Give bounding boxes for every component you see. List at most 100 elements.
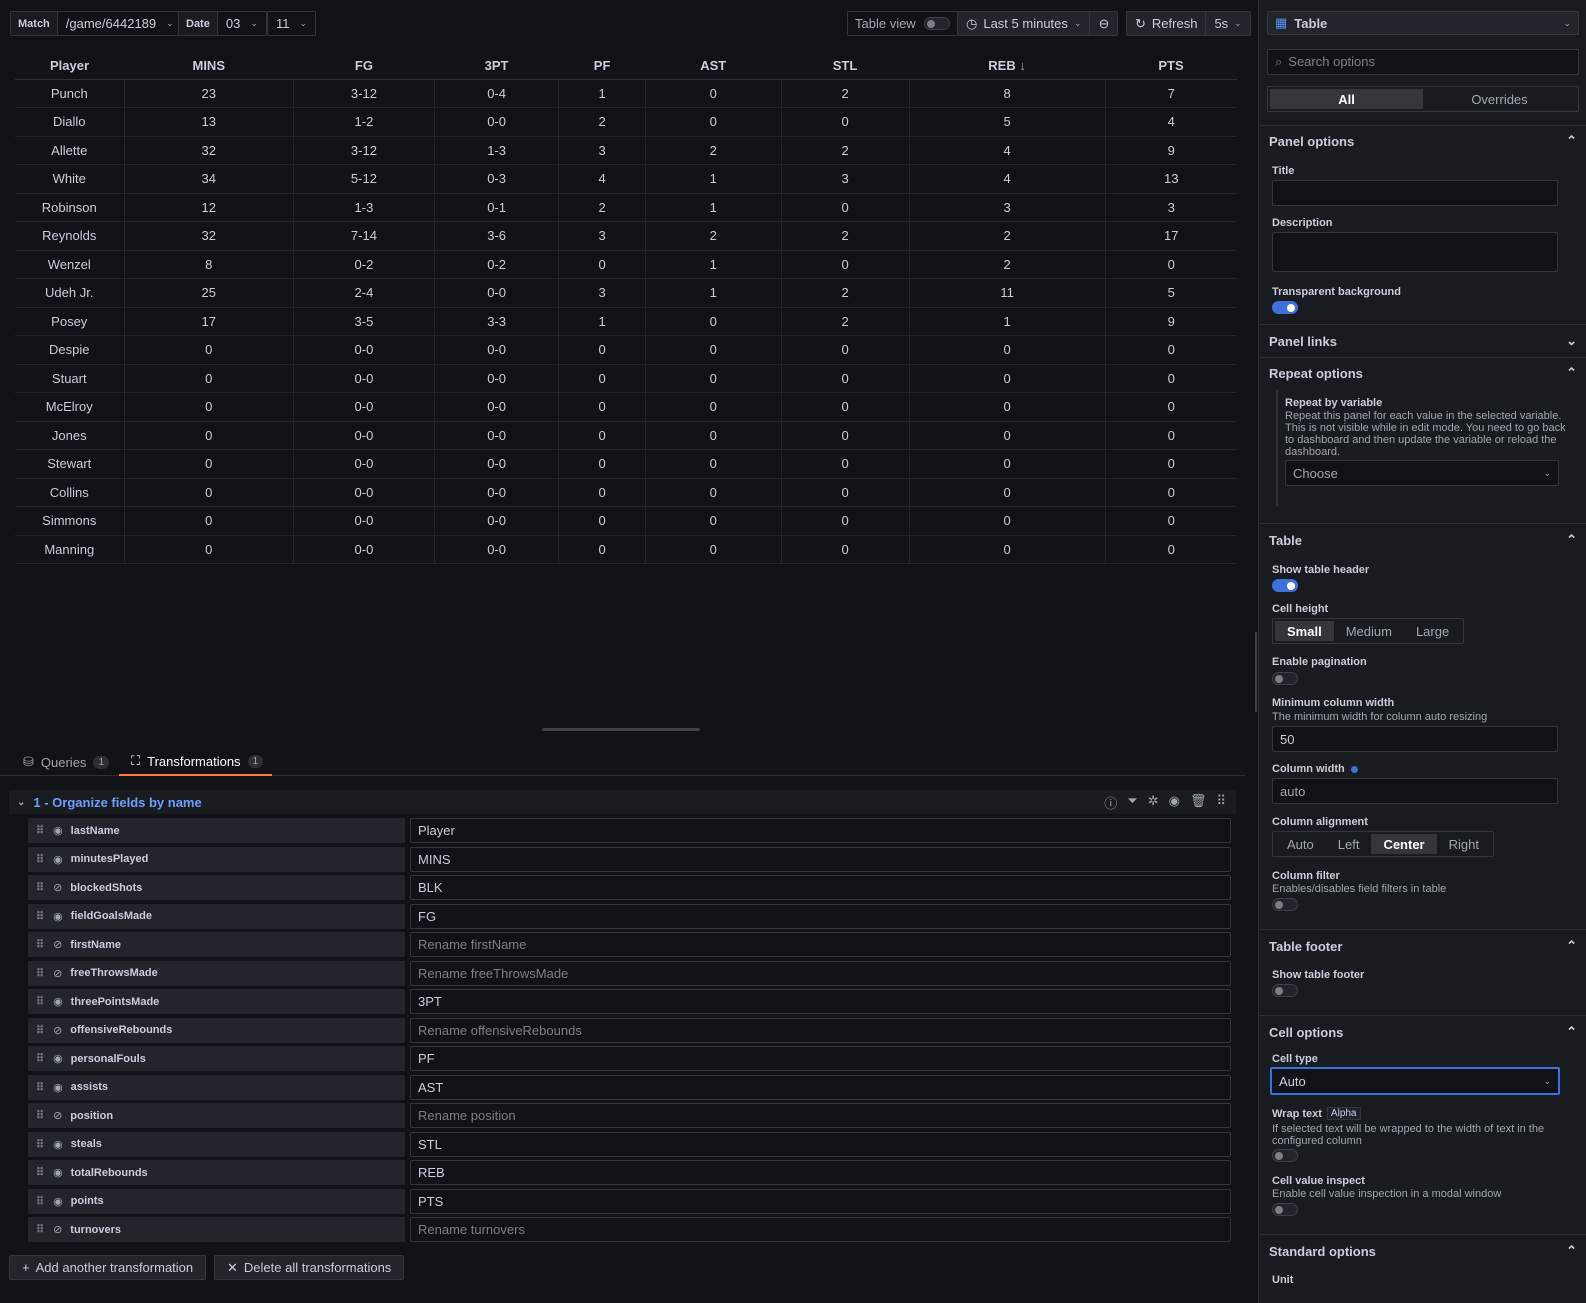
tab-queries[interactable]: ⛁ Queries 1 (23, 748, 109, 776)
field-rename-input[interactable]: STL (410, 1131, 1231, 1157)
transformation-header[interactable]: ⌄ 1 - Organize fields by name ⓘ ⏷ ✲ ◉ 🗑 … (9, 790, 1236, 814)
standard-options-header[interactable]: Standard options ⌃ (1259, 1235, 1586, 1267)
drag-handle-icon[interactable]: ⠿ (36, 881, 44, 894)
refresh-interval-select[interactable]: 5s ⌄ (1205, 12, 1249, 35)
cell-options-header[interactable]: Cell options ⌃ (1259, 1016, 1586, 1048)
tab-transformations[interactable]: ⛶ Transformations 1 (119, 748, 272, 776)
eye-icon[interactable]: ◉ (53, 1052, 63, 1065)
tab-all[interactable]: All (1270, 89, 1423, 109)
field-rename-input[interactable]: Rename firstName (410, 932, 1231, 957)
pagination-toggle[interactable] (1272, 672, 1298, 685)
eye-slash-icon[interactable]: ⊘ (53, 1223, 62, 1236)
field-rename-input[interactable]: FG (410, 903, 1231, 929)
align-right[interactable]: Right (1437, 834, 1491, 854)
table-footer-header[interactable]: Table footer ⌃ (1259, 930, 1586, 962)
drag-handle-icon[interactable]: ⠿ (36, 967, 44, 980)
table-view-switch[interactable] (923, 17, 950, 30)
align-left[interactable]: Left (1326, 834, 1372, 854)
title-input[interactable] (1272, 180, 1558, 206)
time-picker[interactable]: ◷ Last 5 minutes ⌄ ⊖ (957, 11, 1119, 36)
chevron-down-icon[interactable]: ⌄ (17, 797, 25, 808)
refresh-button[interactable]: ↻ Refresh (1127, 12, 1205, 35)
delete-transformations-button[interactable]: ✕ Delete all transformations (214, 1255, 405, 1280)
drag-handle-icon[interactable]: ⠿ (36, 1081, 44, 1094)
column-header-ast[interactable]: AST (645, 52, 782, 80)
drag-handle-icon[interactable]: ⠿ (36, 1195, 44, 1208)
drag-handle-icon[interactable]: ⠿ (36, 1024, 44, 1037)
panel-links-header[interactable]: Panel links ⌄ (1259, 325, 1586, 357)
transparent-toggle[interactable] (1272, 301, 1298, 314)
eye-icon[interactable]: ◉ (53, 995, 63, 1008)
eye-icon[interactable]: ◉ (53, 824, 63, 837)
eye-slash-icon[interactable]: ⊘ (53, 881, 62, 894)
cell-type-select[interactable]: Auto ⌄ (1270, 1067, 1560, 1095)
eye-slash-icon[interactable]: ⊘ (53, 967, 62, 980)
field-rename-input[interactable]: Rename position (410, 1103, 1231, 1128)
match-variable[interactable]: Match /game/6442189 ⌄ (10, 11, 183, 36)
drag-handle-icon[interactable]: ⠿ (1216, 793, 1226, 812)
pane-resize-handle[interactable] (1255, 632, 1257, 712)
date-select[interactable]: 03 ⌄ (218, 16, 266, 31)
eye-slash-icon[interactable]: ⊘ (53, 1024, 62, 1037)
cell-inspect-toggle[interactable] (1272, 1203, 1298, 1216)
description-textarea[interactable] (1272, 232, 1558, 272)
drag-handle-icon[interactable]: ⠿ (36, 910, 44, 923)
column-header-stl[interactable]: STL (781, 52, 910, 80)
table-view-toggle[interactable]: Table view (847, 11, 958, 36)
eye-slash-icon[interactable]: ⊘ (53, 1109, 62, 1122)
eye-slash-icon[interactable]: ⊘ (53, 938, 62, 951)
field-rename-input[interactable]: BLK (410, 875, 1231, 900)
drag-handle-icon[interactable]: ⠿ (36, 938, 44, 951)
panel-options-header[interactable]: Panel options ⌃ (1259, 126, 1586, 156)
match-select[interactable]: /game/6442189 ⌄ (58, 16, 182, 31)
column-header-pf[interactable]: PF (558, 52, 646, 80)
column-header-3pt[interactable]: 3PT (434, 52, 559, 80)
drag-handle-icon[interactable]: ⠿ (36, 995, 44, 1008)
add-transformation-button[interactable]: + Add another transformation (9, 1255, 207, 1280)
column-header-reb[interactable]: REB ↓ (909, 52, 1106, 80)
drag-handle-icon[interactable]: ⠿ (36, 1109, 44, 1122)
column-header-mins[interactable]: MINS (124, 52, 294, 80)
time-range-button[interactable]: ◷ Last 5 minutes ⌄ (958, 12, 1089, 35)
field-rename-input[interactable]: Rename freeThrowsMade (410, 960, 1231, 986)
column-header-player[interactable]: Player (15, 52, 124, 80)
eye-icon[interactable]: ◉ (53, 1081, 63, 1094)
column-filter-toggle[interactable] (1272, 898, 1298, 911)
repeat-variable-select[interactable]: Choose ⌄ (1285, 460, 1559, 486)
cell-height-large[interactable]: Large (1404, 621, 1461, 641)
eye-icon[interactable]: ◉ (53, 1195, 63, 1208)
field-rename-input[interactable]: MINS (410, 846, 1231, 872)
date-variable-2[interactable]: 11 ⌄ (267, 11, 317, 36)
wrap-text-toggle[interactable] (1272, 1149, 1298, 1162)
cell-height-small[interactable]: Small (1275, 621, 1334, 641)
show-footer-toggle[interactable] (1272, 984, 1298, 997)
table-header[interactable]: Table ⌃ (1259, 524, 1586, 556)
field-rename-input[interactable]: Rename turnovers (410, 1217, 1231, 1242)
date-variable[interactable]: Date 03 ⌄ (178, 11, 267, 36)
field-rename-input[interactable]: AST (410, 1074, 1231, 1100)
trash-icon[interactable]: 🗑 (1190, 793, 1207, 812)
eye-icon[interactable]: ◉ (53, 853, 63, 866)
tab-overrides[interactable]: Overrides (1423, 89, 1576, 109)
debug-icon[interactable]: ✲ (1148, 793, 1159, 812)
field-rename-input[interactable]: Player (410, 818, 1231, 843)
drag-handle-icon[interactable]: ⠿ (36, 824, 44, 837)
eye-icon[interactable]: ◉ (53, 1166, 63, 1179)
field-rename-input[interactable]: 3PT (410, 989, 1231, 1014)
search-options-input[interactable]: ⌕ Search options (1267, 49, 1579, 75)
show-header-toggle[interactable] (1272, 579, 1298, 592)
field-rename-input[interactable]: PTS (410, 1188, 1231, 1214)
repeat-options-header[interactable]: Repeat options ⌃ (1259, 358, 1586, 388)
drag-handle-icon[interactable]: ⠿ (36, 1166, 44, 1179)
refresh-picker[interactable]: ↻ Refresh 5s ⌄ (1126, 11, 1251, 36)
column-width-input[interactable]: auto (1272, 778, 1558, 804)
column-header-fg[interactable]: FG (293, 52, 435, 80)
field-rename-input[interactable]: REB (410, 1160, 1231, 1185)
visualization-picker[interactable]: ▦ Table ⌄ (1267, 11, 1579, 35)
cell-height-medium[interactable]: Medium (1334, 621, 1404, 641)
align-center[interactable]: Center (1371, 834, 1437, 854)
min-width-input[interactable]: 50 (1272, 726, 1558, 752)
eye-icon[interactable]: ◉ (53, 1138, 63, 1151)
zoom-out-button[interactable]: ⊖ (1089, 12, 1117, 35)
column-header-pts[interactable]: PTS (1105, 52, 1237, 80)
